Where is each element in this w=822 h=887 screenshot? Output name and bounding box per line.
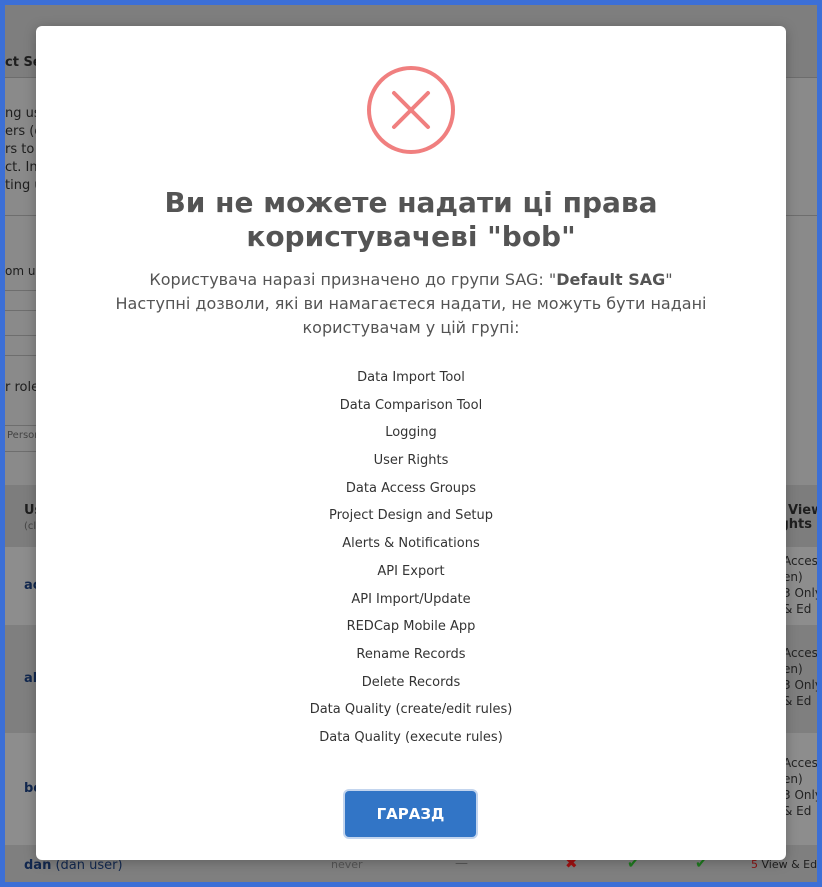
list-item: API Import/Update [351,591,471,607]
error-x-circle-icon [367,66,455,154]
list-item: REDCap Mobile App [346,619,476,635]
list-item: Data Access Groups [345,480,477,496]
dialog-title: Ви не можете надати ці права користуваче… [164,186,658,253]
dialog-message: Користувача наразі призначено до групи S… [76,268,746,340]
list-item: User Rights [373,453,449,469]
list-item: Rename Records [356,646,466,662]
list-item: Logging [385,425,437,441]
error-dialog: Ви не можете надати ці права користуваче… [36,26,786,860]
message-text: " [665,270,673,289]
permissions-intro-text: Наступні дозволи, які ви намагаєтеся над… [115,294,707,337]
modal-overlay: Ви не можете надати ці права користуваче… [0,0,822,887]
list-item: Data Quality (execute rules) [319,729,503,745]
sag-assignment-text: Користувача наразі призначено до групи S… [76,268,746,292]
list-item: API Export [377,563,445,579]
ok-button[interactable]: ГАРАЗД [345,791,476,837]
list-item: Alerts & Notifications [342,536,480,552]
list-item: Delete Records [361,674,461,690]
list-item: Data Comparison Tool [339,397,483,413]
permission-list: Data Import Tool Data Comparison Tool Lo… [36,367,786,755]
list-item: Project Design and Setup [328,508,494,524]
message-text: Користувача наразі призначено до групи S… [149,270,557,289]
list-item: Data Quality (create/edit rules) [309,702,513,718]
list-item: Data Import Tool [357,370,465,385]
sag-name: Default SAG [556,270,666,289]
